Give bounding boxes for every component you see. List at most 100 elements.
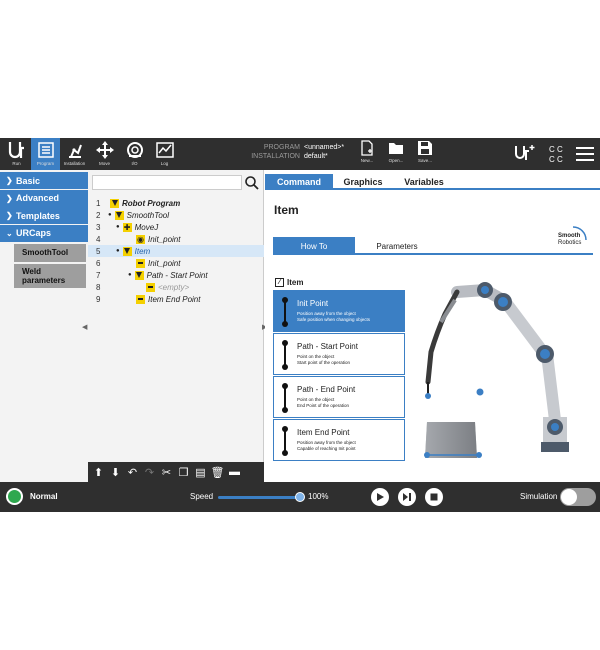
line-number: 4: [96, 234, 101, 244]
ur-logo-icon: [8, 142, 24, 159]
sidebar-sub-smoothtool[interactable]: SmoothTool: [14, 243, 86, 262]
expand-icon[interactable]: [110, 198, 119, 208]
stop-button[interactable]: [425, 488, 443, 506]
tree-row[interactable]: 4 ◉ Init_point: [88, 233, 264, 245]
tree-row[interactable]: 7 ● Path - Start Point: [88, 269, 264, 281]
speed-value: 100%: [308, 492, 329, 501]
nav-run[interactable]: Run: [2, 138, 31, 170]
tree-node-label: Item: [134, 246, 151, 256]
tab-parameters[interactable]: Parameters: [355, 237, 439, 255]
sidebar-item-advanced[interactable]: ❯ Advanced: [0, 189, 88, 207]
pin-icon: ●: [108, 212, 112, 218]
nav-log[interactable]: Log: [150, 138, 179, 170]
tree-row[interactable]: 9 Item End Point: [88, 293, 264, 305]
new-button[interactable]: New...: [354, 140, 380, 170]
tree-node-label: MoveJ: [134, 222, 159, 232]
nav-log-label: Log: [160, 161, 169, 166]
tree-row[interactable]: 1 Robot Program: [88, 197, 264, 209]
sidebar-item-label: Advanced: [16, 193, 60, 203]
page-title: Item: [274, 203, 299, 217]
speed-slider-handle[interactable]: [295, 492, 305, 502]
card-line: Safe position when changing objects: [297, 317, 371, 322]
line-number: 3: [96, 222, 101, 232]
undo-icon[interactable]: ↶: [125, 465, 140, 479]
card-title: Init Point: [297, 299, 329, 308]
tree-row[interactable]: 2 ● SmoothTool: [88, 209, 264, 221]
nav-move[interactable]: Move: [90, 138, 119, 170]
open-label: Open...: [388, 158, 404, 163]
program-icon: [37, 142, 54, 158]
speed-label: Speed: [190, 492, 214, 501]
tab-how-to[interactable]: How To: [273, 237, 355, 255]
folder-icon: [389, 143, 403, 154]
card-line: End Point of the operation: [297, 403, 350, 408]
simulation-label: Simulation: [520, 492, 558, 501]
copy-icon[interactable]: ❐: [176, 465, 191, 479]
tree-node-label: Init_point: [148, 234, 181, 244]
save-button[interactable]: Save...: [412, 140, 438, 170]
sidebar-item-label: URCaps: [16, 228, 52, 238]
tree-row[interactable]: 3 ● ✚ MoveJ: [88, 221, 264, 233]
sidebar-sub-weld-parameters[interactable]: Weld parameters: [14, 263, 86, 288]
move-down-icon[interactable]: ⬇: [108, 465, 123, 479]
paste-icon[interactable]: ▤: [193, 465, 208, 479]
main-tabs: Command Graphics Variables: [265, 174, 600, 190]
tree-row-selected[interactable]: 5 ● Item: [88, 245, 264, 257]
control-mode-icon[interactable]: C CC C: [548, 143, 564, 165]
nav-io[interactable]: I/O: [120, 138, 149, 170]
play-button[interactable]: [371, 488, 389, 506]
chevron-down-icon: ⌄: [6, 228, 13, 238]
move-up-icon[interactable]: ⬆: [91, 465, 106, 479]
sidebar-item-basic[interactable]: ❯ Basic: [0, 172, 88, 189]
simulation-toggle[interactable]: [560, 488, 596, 506]
installation-name: default*: [304, 153, 328, 160]
hamburger-menu-icon[interactable]: [576, 146, 594, 162]
card-path-start[interactable]: Path - Start Point Point on the object S…: [273, 333, 405, 375]
nav-io-label: I/O: [131, 161, 138, 166]
step-button[interactable]: [398, 488, 416, 506]
open-button[interactable]: Open...: [383, 140, 409, 170]
card-line: Point on the object: [297, 397, 335, 402]
nav-program[interactable]: Program: [31, 138, 60, 170]
sidebar-item-urcaps[interactable]: ⌄ URCaps: [0, 224, 88, 242]
suppress-icon[interactable]: ▬: [227, 465, 242, 479]
tree-search-input[interactable]: [92, 175, 242, 190]
section-title: Item: [287, 278, 304, 287]
tree-node-label: Path - Start Point: [146, 270, 208, 280]
card-item-end-point[interactable]: Item End Point Position away from the ob…: [273, 419, 405, 461]
io-icon: [126, 142, 143, 158]
tab-variables[interactable]: Variables: [393, 174, 455, 190]
svg-text:C C: C C: [549, 145, 563, 154]
pin-icon: ●: [116, 224, 120, 230]
sidebar: ❯ Basic ❯ Advanced ❯ Templates ⌄ URCaps Smoo…: [0, 170, 88, 482]
status-indicator-icon[interactable]: [6, 488, 23, 505]
expand-icon[interactable]: [114, 210, 124, 220]
search-icon[interactable]: [244, 175, 260, 190]
tree-row[interactable]: 8 <empty>: [88, 281, 264, 293]
empty-node-icon: [146, 282, 155, 292]
chevron-right-icon: ❯: [6, 193, 13, 203]
path-line-icon: [282, 340, 288, 370]
program-name: <unnamed>*: [304, 144, 345, 151]
expand-icon[interactable]: [134, 270, 144, 280]
tab-graphics[interactable]: Graphics: [333, 174, 393, 190]
tree-row[interactable]: 6 Init_point: [88, 257, 264, 269]
ur-plus-icon[interactable]: [514, 143, 536, 163]
cut-icon[interactable]: ✂: [159, 465, 174, 479]
tab-command[interactable]: Command: [265, 174, 333, 190]
delete-icon[interactable]: 🗑: [210, 465, 225, 479]
speed-slider[interactable]: [218, 496, 300, 499]
tab-label: Command: [276, 177, 321, 187]
card-title: Item End Point: [297, 428, 350, 437]
nav-installation[interactable]: Installation: [60, 138, 89, 170]
collapse-left-icon[interactable]: ◀: [82, 323, 87, 331]
step-icon: [403, 493, 411, 501]
expand-icon[interactable]: [122, 246, 132, 256]
tree-toolbar: ⬆ ⬇ ↶ ↷ ✂ ❐ ▤ 🗑 ▬: [88, 462, 264, 482]
sidebar-item-templates[interactable]: ❯ Templates: [0, 207, 88, 224]
card-path-end[interactable]: Path - End Point Point on the object End…: [273, 376, 405, 418]
play-icon: [377, 493, 384, 501]
redo-icon[interactable]: ↷: [142, 465, 157, 479]
top-bar: Run Program Installation Move I/O Log PR…: [0, 138, 600, 170]
card-init-point[interactable]: Init Point Position away from the object…: [273, 290, 405, 332]
